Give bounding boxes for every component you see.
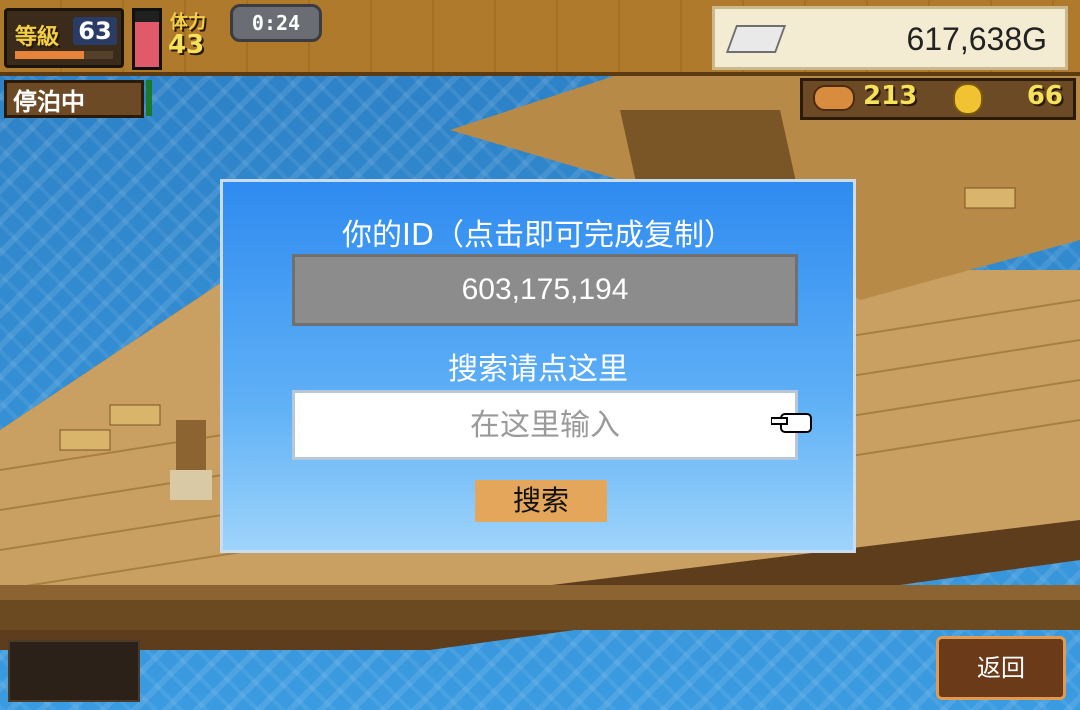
food-value: 213 bbox=[863, 81, 918, 111]
back-button[interactable]: 返回 bbox=[936, 636, 1066, 700]
status-indicator bbox=[146, 80, 152, 116]
search-input[interactable] bbox=[292, 390, 798, 460]
timer: 0:24 bbox=[230, 4, 322, 42]
pointing-hand-icon bbox=[771, 413, 812, 433]
stamina-gauge bbox=[132, 8, 162, 70]
food-icon bbox=[813, 85, 855, 111]
search-title: 搜索请点这里 bbox=[448, 352, 628, 387]
level-value: 63 bbox=[73, 17, 117, 45]
id-search-dialog: 你的ID（点击即可完成复制） 603,175,194 搜索请点这里 搜索 bbox=[220, 179, 856, 553]
exp-bar bbox=[15, 51, 113, 59]
coin-value: 66 bbox=[1026, 81, 1063, 111]
gold-panel[interactable]: 617,638G bbox=[712, 6, 1068, 70]
chat-panel[interactable] bbox=[8, 640, 140, 702]
search-button[interactable]: 搜索 bbox=[475, 480, 607, 522]
resource-panel: 213 66 bbox=[800, 78, 1076, 120]
hp-value: 43 bbox=[168, 30, 205, 60]
stamina-gauge-fill bbox=[135, 22, 159, 67]
level-panel: 等級 63 bbox=[4, 8, 124, 68]
coin-icon bbox=[953, 83, 983, 115]
player-id-box[interactable]: 603,175,194 bbox=[292, 254, 798, 326]
top-hud-bar: 等級 63 体力 43 0:24 617,638G bbox=[0, 0, 1080, 76]
dialog-title[interactable]: 你的ID（点击即可完成复制） bbox=[223, 210, 853, 254]
status-docked: 停泊中 bbox=[4, 80, 144, 118]
silver-bar-icon bbox=[725, 25, 787, 53]
exp-bar-fill bbox=[15, 51, 84, 59]
gold-value: 617,638G bbox=[906, 21, 1047, 57]
level-label: 等級 bbox=[15, 25, 60, 50]
